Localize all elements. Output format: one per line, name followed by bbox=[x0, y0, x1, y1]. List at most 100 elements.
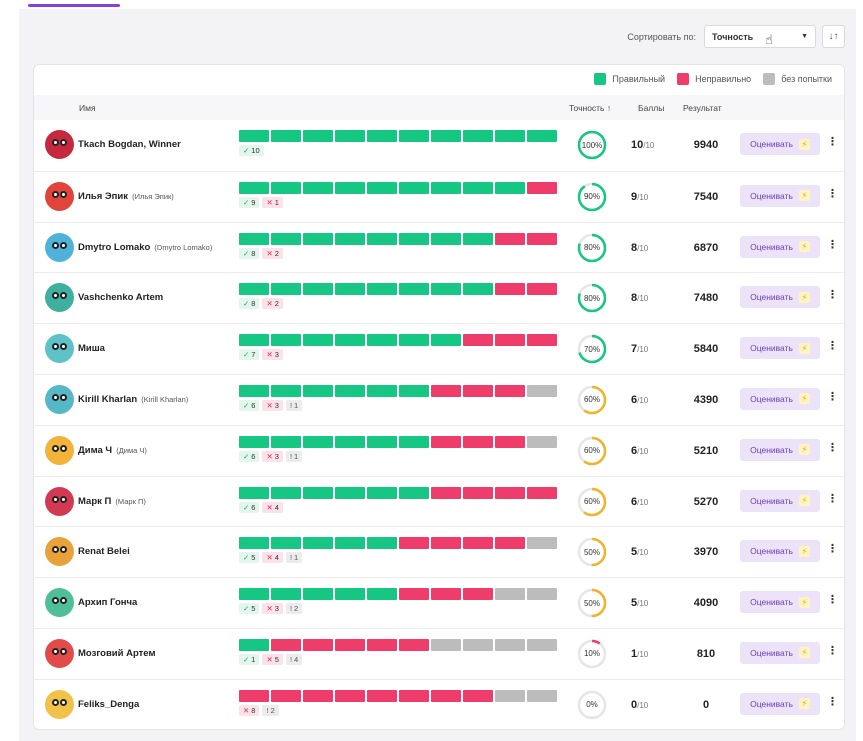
participant-name[interactable]: Мозговий Артем bbox=[78, 648, 155, 659]
rate-button[interactable]: Оценивать ⚡ bbox=[740, 286, 820, 309]
rate-button[interactable]: Оценивать ⚡ bbox=[740, 133, 820, 155]
participant-name[interactable]: Марк П (Марк П) bbox=[78, 496, 146, 507]
participant-name[interactable]: Feliks_Denga bbox=[78, 699, 139, 710]
wrong-icon: ✕ bbox=[266, 350, 273, 360]
legend: Правильный Неправильно без попытки bbox=[594, 73, 832, 85]
answer-segment bbox=[463, 486, 493, 499]
participant-name[interactable]: Kirill Kharlan (Kirill Kharlan) bbox=[78, 394, 188, 405]
table-row: Kirill Kharlan (Kirill Kharlan) ✓ 6 ✕ 3! 1 60%… bbox=[34, 373, 844, 425]
rate-button-label: Оценивать bbox=[750, 190, 793, 201]
participant-name[interactable]: Миша bbox=[78, 343, 105, 354]
rate-button[interactable]: Оценивать ⚡ bbox=[740, 438, 820, 461]
col-accuracy[interactable]: Точность ↑ bbox=[569, 103, 611, 113]
rate-button-label: Оценивать bbox=[750, 444, 793, 455]
rate-button[interactable]: Оценивать ⚡ bbox=[740, 692, 820, 715]
more-options-icon[interactable]: ⋮ bbox=[827, 239, 838, 251]
avatar-eye bbox=[60, 139, 67, 146]
correct-icon: ✓ bbox=[243, 654, 250, 664]
correct-count-value: 5 bbox=[251, 604, 256, 614]
participant-name[interactable]: Илья Эпик (Илья Эпик) bbox=[78, 191, 174, 202]
answer-segment bbox=[495, 283, 525, 296]
answer-counts: ✓ 5 ✕ 4! 1 bbox=[239, 552, 303, 564]
answers-bar bbox=[239, 689, 557, 702]
correct-count-value: 7 bbox=[251, 350, 256, 360]
answer-segment bbox=[495, 130, 525, 142]
points-value: 8/10 bbox=[631, 292, 671, 304]
more-options-icon[interactable]: ⋮ bbox=[827, 290, 838, 301]
answer-counts: ✕ 8! 2 bbox=[239, 704, 279, 716]
answer-segment bbox=[495, 181, 525, 194]
answer-segment bbox=[431, 334, 461, 347]
lightning-icon: ⚡ bbox=[798, 495, 810, 507]
sort-direction-button[interactable]: ↓↑ bbox=[822, 25, 845, 48]
answer-segment bbox=[431, 232, 461, 245]
accuracy-value: 60% bbox=[583, 497, 600, 507]
rate-button[interactable]: Оценивать ⚡ bbox=[740, 540, 820, 563]
more-options-icon[interactable]: ⋮ bbox=[827, 645, 838, 657]
answer-segment bbox=[335, 486, 365, 499]
wrong-count: ✕ 2 bbox=[262, 298, 283, 310]
more-options-icon[interactable]: ⋮ bbox=[827, 188, 838, 200]
sort-select[interactable]: Точность ☝ ▼ bbox=[704, 25, 816, 48]
avatar bbox=[45, 384, 74, 414]
answer-segment bbox=[399, 334, 429, 347]
answer-segment bbox=[367, 283, 397, 296]
more-options-icon[interactable]: ⋮ bbox=[827, 442, 838, 454]
participant-name[interactable]: Vashchenko Artem bbox=[78, 292, 163, 303]
accuracy-ring: 100% bbox=[576, 129, 608, 161]
correct-count: ✓ 5 bbox=[239, 603, 260, 615]
correct-icon: ✓ bbox=[243, 553, 250, 563]
skip-count: ! 2 bbox=[285, 603, 303, 615]
more-options-icon[interactable]: ⋮ bbox=[827, 391, 838, 403]
participant-name[interactable]: Renat Belei bbox=[78, 546, 130, 557]
rate-button[interactable]: Оценивать ⚡ bbox=[740, 184, 820, 207]
avatar-eye bbox=[52, 698, 59, 706]
skip-icon: ! bbox=[266, 705, 269, 715]
result-value: 6870 bbox=[693, 241, 719, 254]
accuracy-value: 100% bbox=[581, 140, 603, 150]
more-options-icon[interactable]: ⋮ bbox=[827, 137, 838, 148]
more-options-icon[interactable]: ⋮ bbox=[827, 493, 838, 505]
result-value: 3970 bbox=[693, 546, 719, 559]
rate-button[interactable]: Оценивать ⚡ bbox=[740, 387, 820, 410]
answer-segment bbox=[335, 588, 365, 601]
participant-name[interactable]: Dmytro Lomako (Dmytro Lomako) bbox=[78, 242, 212, 253]
more-options-icon[interactable]: ⋮ bbox=[827, 341, 838, 352]
alias-text: (Дима Ч) bbox=[114, 445, 147, 455]
participant-name[interactable]: Дима Ч (Дима Ч) bbox=[78, 445, 147, 456]
accuracy-ring: 90% bbox=[576, 181, 608, 213]
points-value: 8/10 bbox=[631, 242, 671, 254]
avatar-eye bbox=[52, 190, 59, 198]
answers-bar bbox=[239, 181, 557, 194]
result-value: 4090 bbox=[693, 597, 719, 610]
col-result: Результат bbox=[683, 103, 722, 113]
more-options-icon[interactable]: ⋮ bbox=[827, 544, 838, 555]
rate-button[interactable]: Оценивать ⚡ bbox=[740, 591, 820, 614]
participant-name[interactable]: Архип Гонча bbox=[78, 597, 137, 608]
answer-segment bbox=[431, 638, 461, 651]
accuracy-ring: 10% bbox=[576, 638, 608, 670]
more-options-icon[interactable]: ⋮ bbox=[827, 595, 838, 606]
rate-button[interactable]: Оценивать ⚡ bbox=[740, 489, 820, 512]
answer-segment bbox=[271, 588, 301, 601]
points-total: /10 bbox=[637, 192, 649, 202]
points-total: /10 bbox=[637, 395, 649, 405]
answer-segment bbox=[335, 638, 365, 651]
answer-segment bbox=[271, 232, 301, 245]
rate-button-label: Оценивать bbox=[750, 698, 793, 709]
avatar-eye bbox=[60, 546, 67, 554]
result-value: 7480 bbox=[693, 292, 719, 305]
answer-counts: ✓ 7 ✕ 3 bbox=[239, 349, 283, 361]
rate-button[interactable]: Оценивать ⚡ bbox=[740, 337, 820, 360]
table-row: Dmytro Lomako (Dmytro Lomako) ✓ 8 ✕ 2 80% 8/10… bbox=[34, 221, 844, 273]
answers-bar bbox=[239, 638, 557, 651]
rate-button[interactable]: Оценивать ⚡ bbox=[740, 641, 820, 664]
more-options-icon[interactable]: ⋮ bbox=[827, 696, 838, 708]
avatar-eye bbox=[52, 647, 59, 655]
participant-name[interactable]: Tkach Bogdan, Winner bbox=[78, 139, 181, 150]
answer-segment bbox=[367, 689, 397, 702]
answer-segment bbox=[303, 537, 333, 550]
rate-button[interactable]: Оценивать ⚡ bbox=[740, 235, 820, 258]
accuracy-ring: 60% bbox=[576, 384, 608, 416]
name-text: Марк П bbox=[78, 495, 112, 507]
